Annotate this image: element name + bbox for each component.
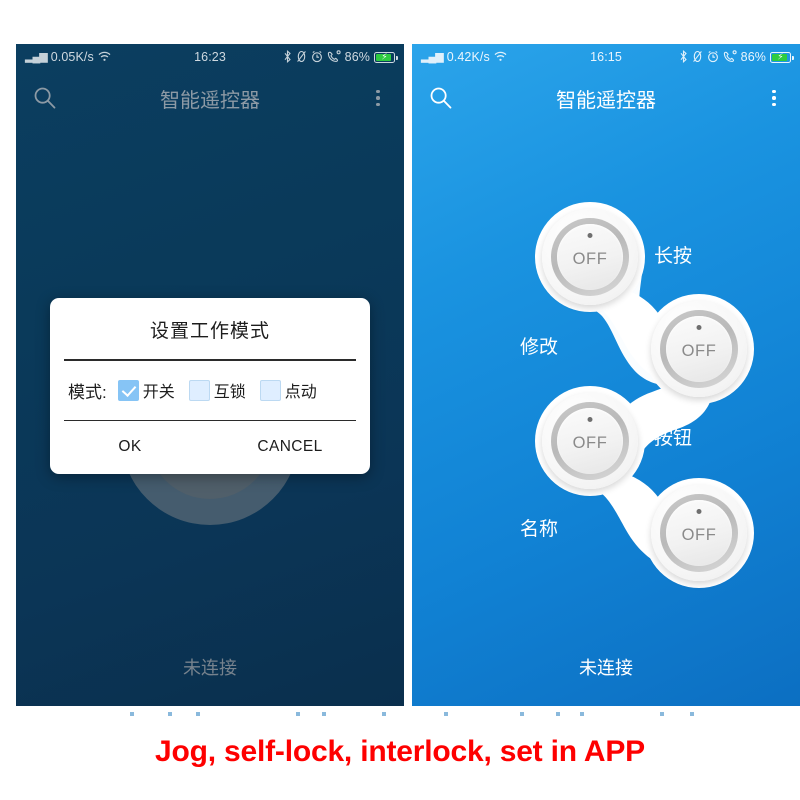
status-bar-right: 86% ⚡ [679, 49, 794, 65]
image-artifact-row [0, 712, 800, 722]
alarm-icon [311, 50, 323, 65]
status-bar-right: 86% ⚡ [283, 49, 398, 65]
checkbox-item-jog[interactable]: 点动 [259, 378, 317, 402]
checkbox-item-interlock[interactable]: 互锁 [188, 378, 246, 402]
mute-icon [296, 50, 307, 65]
led-indicator-icon [696, 325, 702, 330]
mode-checkbox-group: 开关 互锁 点动 [117, 378, 317, 402]
remote-button-4[interactable]: OFF [651, 485, 747, 581]
battery-percent: 86% [344, 50, 370, 64]
button-face: OFF [666, 316, 732, 382]
status-bar-left: ▂▄▆ 0.05K/s [25, 50, 111, 64]
checkbox-label-switch: 开关 [142, 384, 175, 402]
mode-field-label: 模式: [68, 382, 107, 402]
bluetooth-icon [283, 49, 292, 65]
signal-icon: ▂▄▆ [25, 50, 48, 63]
annotation-long-press: 长按 [654, 246, 693, 267]
remote-button-3[interactable]: OFF [542, 393, 638, 489]
remote-button-cluster: OFF OFF OFF OFF 长按 修改 按钮 名称 [412, 44, 800, 706]
battery-percent: 86% [740, 50, 766, 64]
cancel-button[interactable]: CANCEL [210, 438, 370, 456]
alarm-icon [707, 50, 719, 65]
button-state-label: OFF [572, 434, 608, 452]
search-icon[interactable] [428, 85, 454, 111]
annotation-modify: 修改 [520, 337, 559, 358]
remote-button-1[interactable]: OFF [542, 209, 638, 305]
bluetooth-icon [679, 49, 688, 65]
checkbox-item-switch[interactable]: 开关 [117, 378, 175, 402]
button-state-label: OFF [572, 250, 608, 268]
led-indicator-icon [587, 417, 593, 422]
battery-icon: ⚡ [374, 51, 398, 63]
caption-text: Jog, self-lock, interlock, set in APP [155, 735, 645, 768]
dialog-body: 模式: 开关 互锁 点动 [50, 361, 370, 420]
checkbox-label-jog: 点动 [284, 384, 317, 402]
status-bar: ▂▄▆ 0.05K/s 16:23 86% ⚡ [16, 44, 404, 70]
dialog-actions: OK CANCEL [50, 421, 370, 474]
led-indicator-icon [587, 233, 593, 238]
button-state-label: OFF [681, 342, 717, 360]
checkbox-jog[interactable] [259, 379, 281, 401]
ok-button[interactable]: OK [50, 438, 210, 456]
remote-button-2[interactable]: OFF [651, 301, 747, 397]
annotation-button: 按钮 [654, 428, 693, 449]
button-face: OFF [557, 224, 623, 290]
checkbox-label-interlock: 互锁 [213, 384, 246, 402]
wifi-icon [98, 51, 111, 64]
search-icon[interactable] [32, 85, 58, 111]
battery-icon: ⚡ [770, 51, 794, 63]
kebab-menu-icon[interactable] [764, 87, 784, 109]
button-face: OFF [666, 500, 732, 566]
connection-status-right: 未连接 [579, 658, 633, 678]
call-icon [723, 49, 737, 65]
mute-icon [692, 50, 703, 65]
dialog-title: 设置工作模式 [149, 321, 270, 342]
annotation-name: 名称 [520, 519, 559, 540]
connection-status-left: 未连接 [183, 658, 237, 678]
led-indicator-icon [696, 509, 702, 514]
button-state-label: OFF [681, 526, 717, 544]
page-title: 智能遥控器 [160, 89, 260, 112]
phone-screenshot-left: ▂▄▆ 0.05K/s 16:23 86% ⚡ 智能遥控器 设置工作模式 模式:… [16, 44, 404, 706]
button-face: OFF [557, 408, 623, 474]
checkbox-interlock[interactable] [188, 379, 210, 401]
call-icon [327, 49, 341, 65]
kebab-menu-icon[interactable] [368, 87, 388, 109]
phone-screenshot-right: ▂▄▆ 0.42K/s 16:15 86% ⚡ 智能遥控器 OFF OFF OF… [412, 44, 800, 706]
network-speed: 0.05K/s [50, 50, 94, 64]
app-bar: 智能遥控器 [16, 70, 404, 126]
checkbox-switch[interactable] [117, 379, 139, 401]
work-mode-dialog: 设置工作模式 模式: 开关 互锁 点动 OK CANCEL [50, 298, 370, 475]
